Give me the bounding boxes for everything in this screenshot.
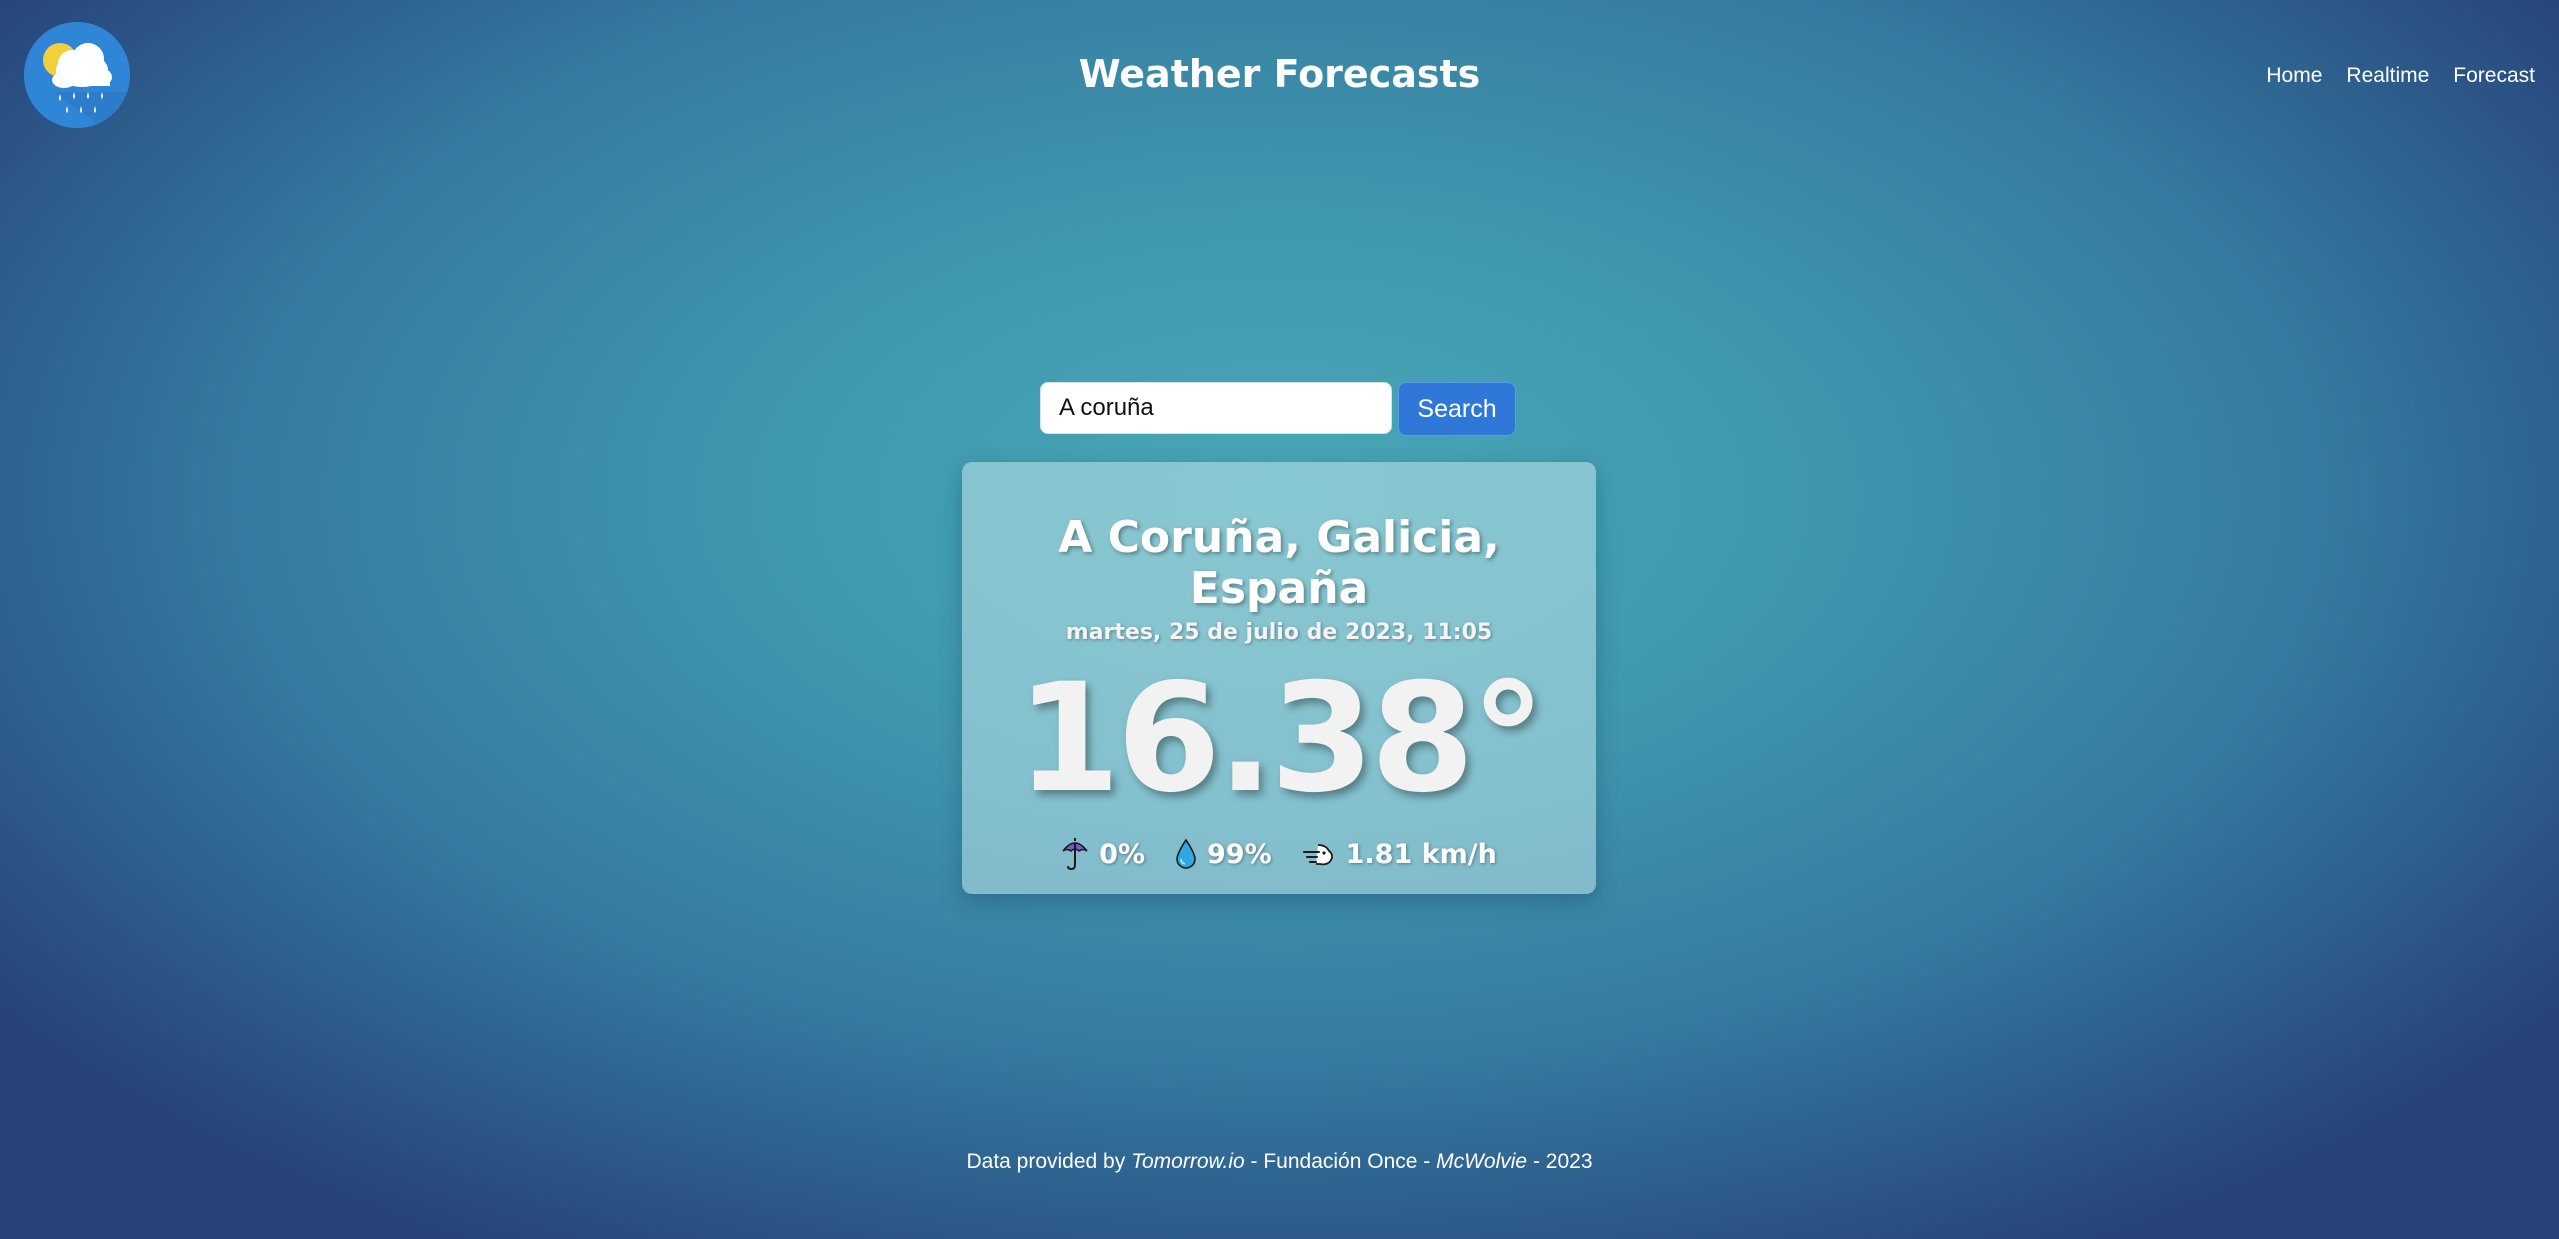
footer-prefix: Data provided by xyxy=(966,1150,1132,1173)
footer-separator: - Fundación Once - xyxy=(1244,1150,1437,1173)
date-time: martes, 25 de julio de 2023, 11:05 xyxy=(1065,620,1493,645)
nav-link-home[interactable]: Home xyxy=(2266,64,2322,88)
wind-value: 1.81 km/h xyxy=(1345,838,1497,870)
humidity-value: 99% xyxy=(1207,838,1272,870)
location-name: A Coruña, Galicia, España xyxy=(1058,512,1500,614)
wind-stat: 1.81 km/h xyxy=(1302,839,1497,870)
umbrella-icon xyxy=(1061,837,1089,871)
humidity-stat: 99% xyxy=(1175,838,1272,870)
footer-year: - 2023 xyxy=(1527,1150,1593,1173)
main-nav: Home Realtime Forecast xyxy=(2266,64,2535,88)
footer-provider-link[interactable]: Tomorrow.io xyxy=(1131,1150,1245,1173)
precipitation-stat: 0% xyxy=(1061,837,1145,871)
nav-link-forecast[interactable]: Forecast xyxy=(2453,64,2535,88)
wind-icon xyxy=(1302,839,1336,869)
temperature-value: 16.38° xyxy=(1016,652,1545,826)
footer: Data provided by Tomorrow.io - Fundación… xyxy=(0,1150,2559,1174)
search-bar: Search xyxy=(1040,382,1516,436)
search-button[interactable]: Search xyxy=(1398,382,1516,436)
footer-author[interactable]: McWolvie xyxy=(1436,1150,1527,1173)
nav-link-realtime[interactable]: Realtime xyxy=(2346,64,2429,88)
page-title: Weather Forecasts xyxy=(1078,52,1481,96)
precipitation-value: 0% xyxy=(1099,838,1145,870)
weather-card: A Coruña, Galicia, España martes, 25 de … xyxy=(962,462,1596,894)
droplet-icon xyxy=(1175,838,1197,870)
weather-stats: 0% 99% 1.81 km/h xyxy=(962,837,1596,871)
search-input[interactable] xyxy=(1040,382,1392,434)
